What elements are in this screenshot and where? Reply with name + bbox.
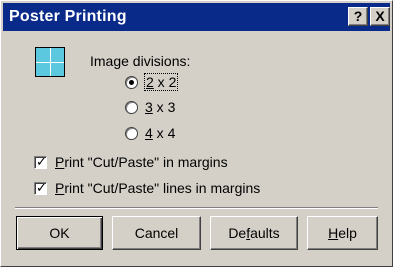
cancel-button[interactable]: Cancel <box>112 216 201 250</box>
close-button[interactable]: X <box>370 7 390 26</box>
radio-button-3x3[interactable] <box>125 100 138 114</box>
checkbox-box-cut-paste-lines[interactable]: ✓ <box>34 180 47 195</box>
image-divisions-label: Image divisions: <box>90 53 191 69</box>
checkbox-cut-paste-margins[interactable]: ✓ Print "Cut/Paste" in margins <box>34 153 228 171</box>
separator <box>15 207 378 209</box>
radio-4x4[interactable]: 4 x 4 <box>125 124 175 142</box>
checkbox-cut-paste-lines[interactable]: ✓ Print "Cut/Paste" lines in margins <box>34 179 260 197</box>
radio-4x4-label: 4 x 4 <box>145 125 176 141</box>
help-button[interactable]: Help <box>307 216 378 250</box>
checkbox-box-cut-paste[interactable]: ✓ <box>34 154 47 169</box>
radio-3x3[interactable]: 3 x 3 <box>125 98 175 116</box>
grid-2x2-icon <box>35 47 65 77</box>
radio-button-4x4[interactable] <box>125 126 138 140</box>
radio-2x2-label: 2 x 2 <box>143 73 179 91</box>
title-bar[interactable]: Poster Printing ? X <box>3 3 390 31</box>
dialog-title: Poster Printing <box>9 8 127 25</box>
radio-2x2[interactable]: 2 x 2 <box>125 73 179 91</box>
radio-3x3-label: 3 x 3 <box>145 99 176 115</box>
checkbox-cut-paste-lines-label: Print "Cut/Paste" lines in margins <box>55 180 261 196</box>
ok-button[interactable]: OK <box>16 216 103 250</box>
defaults-button[interactable]: De f aults <box>210 216 298 250</box>
help-title-button[interactable]: ? <box>348 7 368 26</box>
checkbox-cut-paste-label: Print "Cut/Paste" in margins <box>55 154 228 170</box>
poster-printing-dialog: Poster Printing ? X Image divisions: 2 x… <box>0 0 393 267</box>
radio-button-2x2[interactable] <box>125 75 138 89</box>
